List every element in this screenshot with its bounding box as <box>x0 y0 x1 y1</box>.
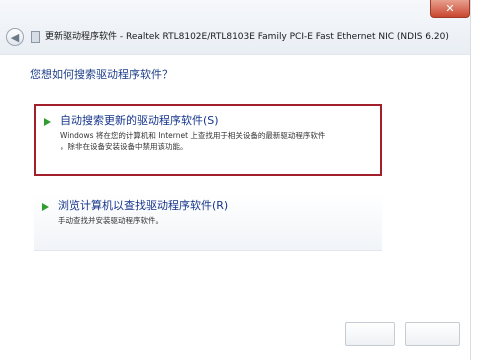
green-arrow-icon <box>44 118 51 126</box>
browse-computer-option[interactable]: 浏览计算机以查找驱动程序软件(R) 手动查找并安装驱动程序软件。 <box>34 193 382 251</box>
bottom-button-left[interactable] <box>345 322 395 346</box>
title-bar: ✕ ◀ 更新驱动程序软件 - Realtek RTL8102E/RTL8103E… <box>0 0 470 55</box>
close-icon: ✕ <box>445 2 455 15</box>
back-arrow-icon: ◀ <box>10 30 20 44</box>
auto-search-description-line1: Windows 将在您的计算机和 Internet 上查找用于相关设备的最新驱动… <box>60 131 326 140</box>
device-icon <box>31 31 40 43</box>
auto-search-option[interactable]: 自动搜索更新的驱动程序软件(S) Windows 将在您的计算机和 Intern… <box>34 104 382 176</box>
auto-search-description: Windows 将在您的计算机和 Internet 上查找用于相关设备的最新驱动… <box>60 130 378 152</box>
auto-search-title: 自动搜索更新的驱动程序软件(S) <box>60 114 219 127</box>
update-driver-window: ✕ ◀ 更新驱动程序软件 - Realtek RTL8102E/RTL8103E… <box>0 0 471 360</box>
browse-computer-title: 浏览计算机以查找驱动程序软件(R) <box>58 199 229 212</box>
close-button[interactable]: ✕ <box>430 0 470 18</box>
back-button[interactable]: ◀ <box>6 28 24 46</box>
page-heading: 您想如何搜索驱动程序软件？ <box>30 68 173 81</box>
auto-search-description-line2: ，除非在设备安装设备中禁用该功能。 <box>60 142 188 151</box>
window-title: 更新驱动程序软件 - Realtek RTL8102E/RTL8103E Fam… <box>45 32 449 42</box>
cancel-button[interactable] <box>405 322 460 346</box>
browse-computer-description: 手动查找并安装驱动程序软件。 <box>58 216 163 225</box>
green-arrow-icon <box>42 203 49 211</box>
